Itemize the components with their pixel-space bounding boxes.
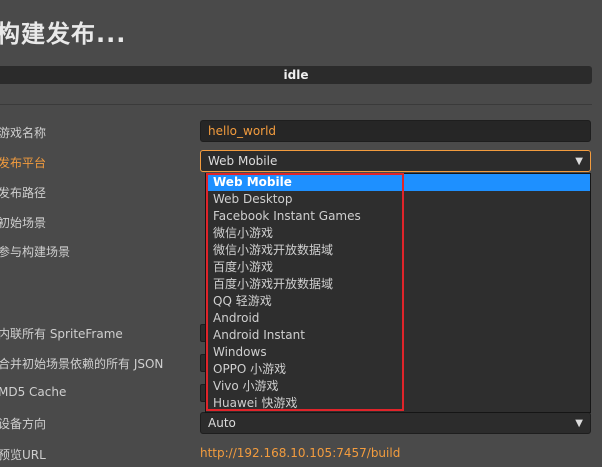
game-name-value: hello_world bbox=[208, 124, 277, 138]
build-status-bar: idle bbox=[0, 66, 592, 84]
platform-option[interactable]: Web Desktop bbox=[206, 191, 590, 208]
preview-url-link[interactable]: http://192.168.10.105:7457/build bbox=[200, 446, 400, 460]
platform-option[interactable]: 百度小游戏开放数据域 bbox=[206, 276, 590, 293]
chevron-down-icon: ▼ bbox=[575, 155, 583, 167]
game-name-input[interactable]: hello_world bbox=[200, 120, 591, 142]
label-orientation: 设备方向 bbox=[0, 417, 47, 431]
platform-select-value: Web Mobile bbox=[208, 154, 278, 168]
platform-option[interactable]: 百度小游戏 bbox=[206, 259, 590, 276]
platform-option[interactable]: OPPO 小游戏 bbox=[206, 361, 590, 378]
label-game-name: 游戏名称 bbox=[0, 126, 47, 140]
platform-option[interactable]: Huawei 快游戏 bbox=[206, 395, 590, 412]
platform-option[interactable]: Android Instant bbox=[206, 327, 590, 344]
platform-select[interactable]: Web Mobile ▼ bbox=[200, 150, 591, 172]
chevron-down-icon: ▼ bbox=[575, 417, 583, 429]
platform-option[interactable]: QQ 轻游戏 bbox=[206, 293, 590, 310]
platform-dropdown-list: Web Mobile Web Desktop Facebook Instant Ga… bbox=[205, 173, 591, 413]
platform-option[interactable]: 微信小游戏 bbox=[206, 225, 590, 242]
label-inline-spriteframe: 内联所有 SpriteFrame bbox=[0, 327, 123, 341]
platform-option[interactable]: Vivo 小游戏 bbox=[206, 378, 590, 395]
label-md5-cache: MD5 Cache bbox=[0, 385, 67, 399]
platform-option[interactable]: Windows bbox=[206, 344, 590, 361]
label-preview-url: 预览URL bbox=[0, 448, 46, 462]
orientation-select[interactable]: Auto ▼ bbox=[200, 412, 591, 434]
page-title: 构建发布... bbox=[0, 20, 127, 48]
divider bbox=[0, 104, 592, 105]
label-merge-json: 合并初始场景依赖的所有 JSON bbox=[0, 357, 164, 371]
orientation-select-value: Auto bbox=[208, 416, 236, 430]
platform-option[interactable]: Web Mobile bbox=[206, 174, 590, 191]
label-included-scenes: 参与构建场景 bbox=[0, 245, 71, 259]
platform-option[interactable]: Android bbox=[206, 310, 590, 327]
label-build-path: 发布路径 bbox=[0, 186, 47, 200]
platform-option[interactable]: Facebook Instant Games bbox=[206, 208, 590, 225]
platform-option[interactable]: 微信小游戏开放数据域 bbox=[206, 242, 590, 259]
status-text: idle bbox=[283, 68, 309, 82]
label-platform: 发布平台 bbox=[0, 156, 47, 170]
label-start-scene: 初始场景 bbox=[0, 216, 47, 230]
